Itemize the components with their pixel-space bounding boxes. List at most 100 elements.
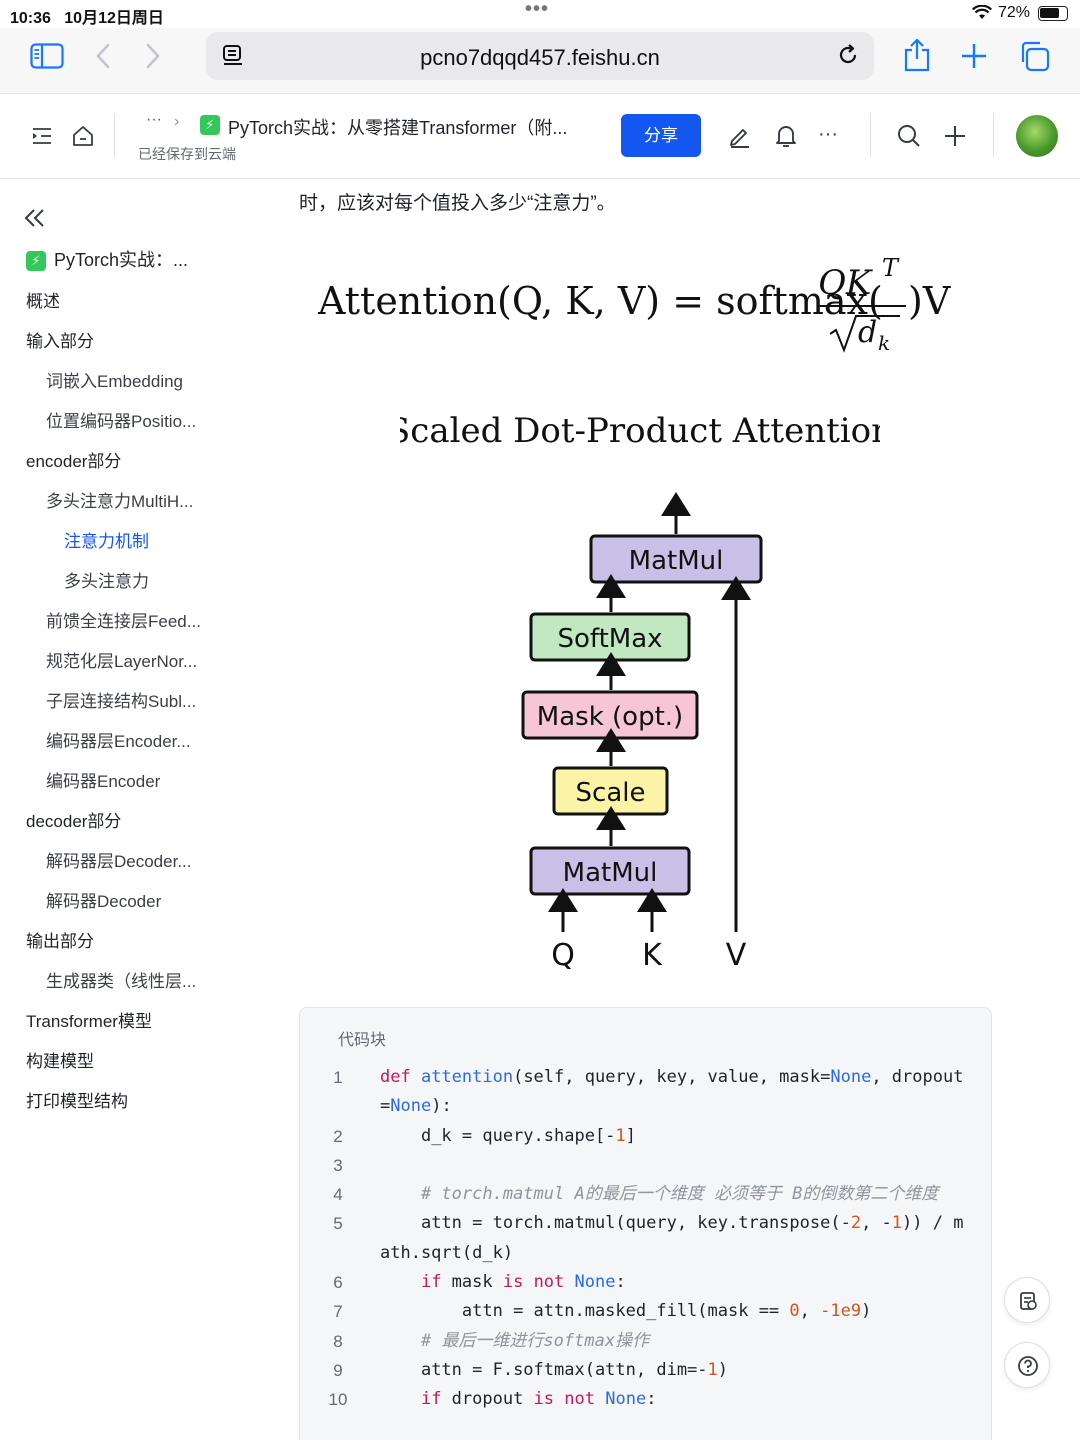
toc-item[interactable]: Transformer模型 [26, 1007, 152, 1032]
line-number: 8 [333, 1331, 343, 1351]
home-icon[interactable] [72, 125, 94, 152]
code-line: 4 # torch.matmul A的最后一个维度 必须等于 B的倒数第二个维度 [300, 1180, 993, 1209]
code-token: dropout [441, 1389, 534, 1410]
code-token: 2 [850, 1213, 862, 1234]
toc-item[interactable]: 概述 [26, 287, 60, 312]
code-line: 5 attn = torch.matmul(query, key.transpo… [300, 1209, 993, 1268]
toc-item[interactable]: 位置编码器Positio... [46, 407, 196, 432]
more-button[interactable]: ··· [818, 123, 838, 146]
toc-item[interactable]: 多头注意力 [64, 567, 149, 592]
code-text: attn = F.softmax(attn, dim=-1) [380, 1356, 970, 1385]
toc-item[interactable]: 注意力机制 [64, 527, 149, 552]
diagram-title: Scaled Dot-Product Attention [400, 411, 880, 451]
code-token: 1 [891, 1213, 903, 1234]
code-token: None [574, 1272, 616, 1293]
code-token: , [799, 1301, 821, 1322]
formula-denominator-sub: k [878, 331, 890, 355]
diagram-boxes: MatMul SoftMax Mask (opt.) Scale MatMul [521, 534, 763, 896]
tabs-icon[interactable] [1018, 40, 1050, 77]
save-status: 已经保存到云端 [138, 146, 236, 162]
code-token: def [380, 1067, 421, 1087]
share-button[interactable]: 分享 [621, 114, 701, 157]
code-token: # 最后一维进行softmax操作 [380, 1330, 650, 1351]
comment-button[interactable] [1004, 1277, 1050, 1323]
share-icon[interactable] [902, 38, 932, 77]
bell-icon[interactable] [774, 123, 798, 154]
code-text: def attention(self, query, key, value, m… [380, 1063, 970, 1122]
code-token: ] [625, 1125, 636, 1146]
code-token: is not [533, 1389, 595, 1410]
sidebar-icon[interactable] [30, 43, 64, 74]
line-number: 2 [333, 1126, 343, 1146]
code-line: 1 def attention(self, query, key, value, … [300, 1063, 993, 1122]
line-number: 5 [333, 1214, 343, 1234]
toc-item[interactable]: decoder部分 [26, 807, 121, 832]
outline-icon[interactable] [32, 127, 52, 150]
code-line: 3 [300, 1151, 993, 1180]
avatar[interactable] [1016, 115, 1058, 157]
code-token: (self, query, key, value, mask= [513, 1067, 831, 1087]
diagram-box-label: Mask (opt.) [537, 702, 683, 732]
line-number: 10 [328, 1390, 348, 1410]
line-number: 1 [333, 1068, 343, 1087]
toc-item[interactable]: 输出部分 [26, 927, 94, 952]
toc-item[interactable]: 输入部分 [26, 327, 94, 352]
code-token: if [380, 1272, 442, 1293]
toc-item[interactable]: 打印模型结构 [26, 1087, 128, 1112]
code-line: 10 if dropout is not None: [300, 1385, 993, 1414]
formula-numerator-sup: T [882, 254, 900, 282]
code-text: # torch.matmul A的最后一个维度 必须等于 B的倒数第二个维度 [380, 1180, 970, 1209]
code-token: d_k = query.shape[- [380, 1125, 616, 1146]
toc-item[interactable]: 构建模型 [26, 1047, 94, 1072]
help-button[interactable] [1004, 1342, 1050, 1388]
plus-icon[interactable] [960, 42, 988, 75]
diagram-box-label: SoftMax [557, 624, 662, 654]
chevron-right-icon: › [174, 113, 180, 130]
toc-item[interactable]: 规范化层LayerNor... [46, 647, 197, 672]
toc-item[interactable]: 多头注意力MultiH... [46, 487, 193, 512]
comment-icon [1020, 1292, 1037, 1310]
toc-item[interactable]: 编码器Encoder [46, 767, 160, 792]
code-token: ) [717, 1359, 729, 1380]
code-token: attn = attn.masked_fill(mask == [380, 1301, 790, 1322]
code-block-title: 代码块 [338, 1032, 387, 1049]
reload-icon[interactable] [836, 43, 860, 72]
pen-icon[interactable] [728, 124, 752, 153]
battery-icon [1038, 6, 1068, 21]
breadcrumb-more[interactable]: ··· [146, 111, 162, 129]
toc-item[interactable]: 生成器类（线性层... [46, 967, 196, 992]
code-token: ): [431, 1096, 452, 1117]
code-token: 0 [789, 1301, 800, 1322]
doc-title[interactable]: PyTorch实战：从零搭建Transformer（附... [228, 114, 567, 140]
address-bar[interactable]: pcno7dqqd457.feishu.cn [206, 32, 874, 80]
code-text: # 最后一维进行softmax操作 [380, 1327, 970, 1356]
toc-item[interactable]: 前馈全连接层Feed... [46, 607, 201, 632]
toc-item[interactable]: 解码器层Decoder... [46, 847, 192, 872]
chevron-left-icon[interactable] [94, 43, 112, 74]
code-token: : [615, 1272, 626, 1293]
input-q: Q [551, 938, 575, 973]
input-v: V [726, 938, 747, 973]
code-token: None [830, 1067, 872, 1087]
toc-item[interactable]: encoder部分 [26, 447, 121, 472]
toc-item[interactable]: 词嵌入Embedding [46, 367, 183, 392]
double-chevron-left-icon[interactable] [24, 208, 46, 233]
formula-denominator: d [858, 315, 877, 350]
battery-percent: 72% [998, 4, 1031, 21]
formula-rhs: )V [908, 279, 951, 323]
chevron-right-icon[interactable] [144, 43, 162, 74]
diagram-box-label: MatMul [629, 546, 724, 576]
plus-icon[interactable] [943, 124, 967, 153]
code-line: 9 attn = F.softmax(attn, dim=-1) [300, 1356, 993, 1385]
toc-item[interactable]: 编码器层Encoder... [46, 727, 191, 752]
sidebar-doc-title[interactable]: ⚡ PyTorch实战：... [26, 246, 188, 271]
multitask-dots[interactable]: ••• [525, 0, 549, 21]
toc-item[interactable]: 子层连接结构Subl... [46, 687, 196, 712]
toc-item[interactable]: 解码器Decoder [46, 887, 161, 912]
code-token: : [646, 1389, 657, 1410]
diagram-box-label: MatMul [563, 858, 658, 888]
code-block[interactable]: 代码块 1 def attention(self, query, key, val… [299, 1007, 992, 1440]
search-icon[interactable] [897, 124, 921, 153]
